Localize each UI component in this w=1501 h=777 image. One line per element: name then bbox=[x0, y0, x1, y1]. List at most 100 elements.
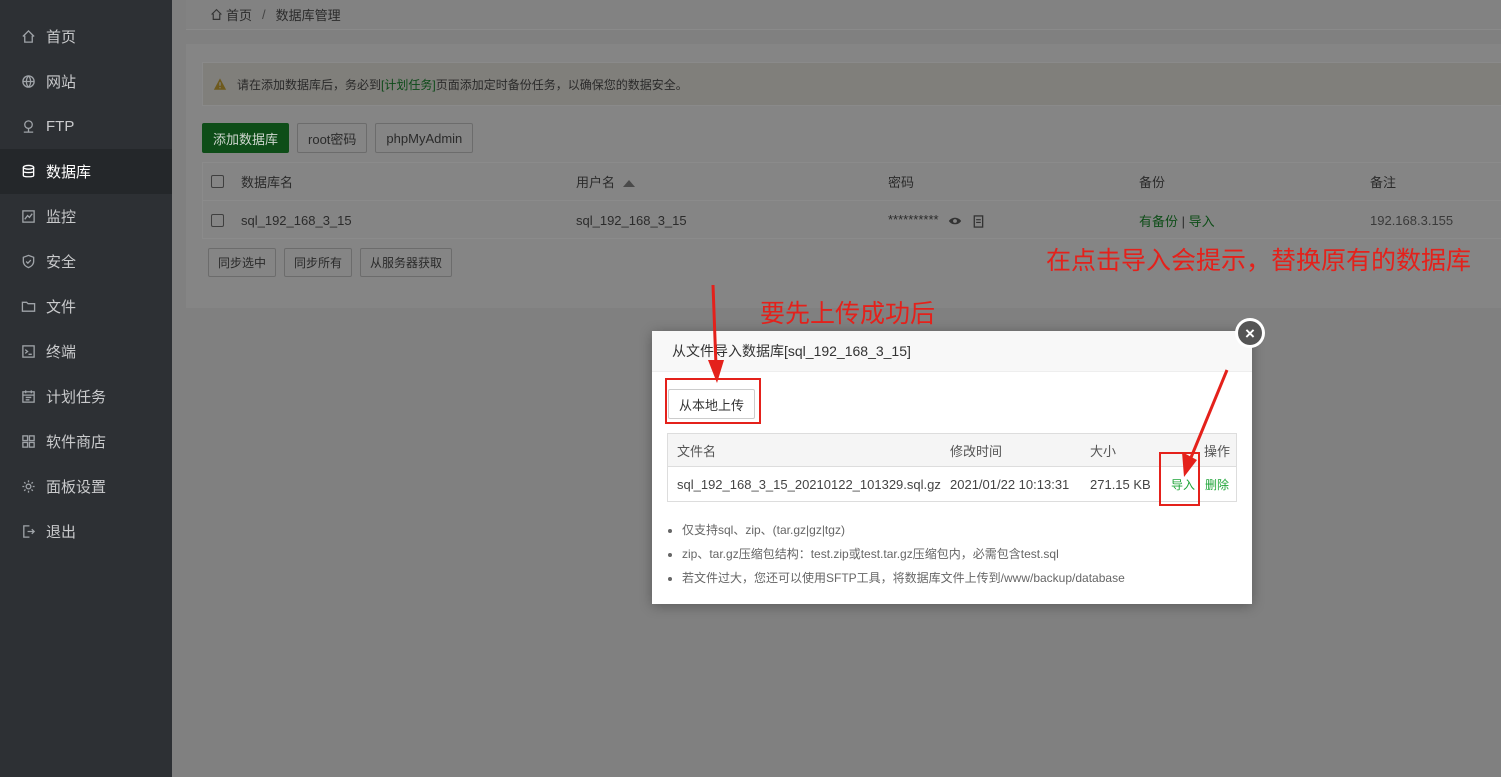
monitor-icon bbox=[20, 209, 36, 225]
db-note[interactable]: 192.168.3.155 bbox=[1370, 213, 1453, 228]
apps-icon bbox=[20, 434, 36, 450]
sidebar-item-label: 文件 bbox=[46, 299, 77, 316]
eye-icon[interactable] bbox=[948, 215, 962, 227]
sidebar-item-home[interactable]: 首页 bbox=[0, 14, 172, 59]
col-ops: 操作 bbox=[1204, 444, 1231, 459]
close-icon: × bbox=[1238, 321, 1262, 345]
breadcrumb-current: 数据库管理 bbox=[275, 8, 341, 23]
sidebar-item-label: 首页 bbox=[46, 29, 77, 46]
note-item: zip、tar.gz压缩包结构：test.zip或test.tar.gz压缩包内… bbox=[682, 545, 1125, 569]
file-delete-link[interactable]: 删除 bbox=[1205, 468, 1229, 501]
col-backup: 备份 bbox=[1139, 175, 1166, 190]
sidebar-item-label: 软件商店 bbox=[46, 434, 107, 451]
sidebar-item-label: 面板设置 bbox=[46, 479, 107, 496]
fetch-from-server-button[interactable]: 从服务器获取 bbox=[360, 248, 453, 277]
logout-icon bbox=[20, 524, 36, 540]
table-header: 数据库名 用户名 密码 备份 备注 bbox=[203, 163, 1501, 201]
folder-icon bbox=[20, 299, 36, 315]
password-mask: ********** bbox=[888, 212, 939, 228]
db-name: sql_192_168_3_15 bbox=[241, 212, 352, 228]
file-table-header: 文件名 修改时间 大小 操作 bbox=[668, 434, 1236, 467]
root-password-button[interactable]: root密码 bbox=[297, 123, 368, 153]
sidebar-item-logout[interactable]: 退出 bbox=[0, 509, 172, 554]
highlight-upload-box bbox=[665, 378, 761, 424]
phpmyadmin-button[interactable]: phpMyAdmin bbox=[375, 123, 474, 153]
col-size: 大小 bbox=[1090, 444, 1117, 459]
file-table: 文件名 修改时间 大小 操作 sql_192_168_3_15_20210122… bbox=[667, 433, 1237, 502]
sidebar-item-label: 监控 bbox=[46, 209, 77, 226]
sidebar-item-label: 退出 bbox=[46, 524, 77, 541]
sidebar-item-appstore[interactable]: 软件商店 bbox=[0, 419, 172, 464]
sync-all-button[interactable]: 同步所有 bbox=[284, 248, 353, 277]
annotation-import-hint: 在点击导入会提示，替换原有的数据库 bbox=[1046, 246, 1472, 275]
backup-alert: 请在添加数据库后，务必到 [计划任务] 页面添加定时备份任务，以确保您的数据安全… bbox=[202, 62, 1501, 106]
sort-asc-icon bbox=[623, 180, 636, 188]
db-user: sql_192_168_3_15 bbox=[576, 212, 687, 228]
sidebar-item-terminal[interactable]: 终端 bbox=[0, 329, 172, 374]
copy-icon[interactable] bbox=[972, 214, 984, 228]
breadcrumb-home[interactable]: 首页 bbox=[226, 5, 252, 24]
alert-text-before: 请在添加数据库后，务必到 bbox=[237, 77, 382, 92]
sync-selected-button[interactable]: 同步选中 bbox=[208, 248, 277, 277]
alert-text-after: 页面添加定时备份任务，以确保您的数据安全。 bbox=[435, 77, 688, 92]
db-backup: 有备份 | 导入 bbox=[1139, 211, 1215, 230]
sidebar-item-security[interactable]: 安全 bbox=[0, 239, 172, 284]
file-mtime: 2021/01/22 10:13:31 bbox=[950, 477, 1070, 492]
sidebar-item-label: 数据库 bbox=[46, 164, 92, 181]
table-row: sql_192_168_3_15 sql_192_168_3_15 ******… bbox=[203, 201, 1501, 239]
select-all-checkbox[interactable] bbox=[211, 175, 224, 188]
warning-icon bbox=[213, 78, 227, 90]
sidebar: 首页 网站 FTP 数据库 监控 安全 文件 终端 计划任务 软件商店 面板设置 bbox=[0, 0, 172, 777]
sidebar-item-label: 计划任务 bbox=[46, 389, 107, 406]
sidebar-item-monitor[interactable]: 监控 bbox=[0, 194, 172, 239]
gear-icon bbox=[20, 479, 36, 495]
sidebar-item-settings[interactable]: 面板设置 bbox=[0, 464, 172, 509]
backup-separator: | bbox=[1181, 213, 1186, 229]
sidebar-item-label: 终端 bbox=[46, 344, 77, 361]
database-table: 数据库名 用户名 密码 备份 备注 sql_192_168_3_15 sql_1… bbox=[202, 162, 1501, 239]
globe-icon bbox=[20, 74, 36, 90]
import-link[interactable]: 导入 bbox=[1189, 214, 1215, 229]
shield-icon bbox=[20, 254, 36, 270]
sidebar-item-label: 安全 bbox=[46, 254, 77, 271]
sidebar-item-label: 网站 bbox=[46, 74, 77, 91]
sidebar-item-database[interactable]: 数据库 bbox=[0, 149, 172, 194]
sync-buttons: 同步选中 同步所有 从服务器获取 bbox=[208, 248, 453, 277]
file-size: 271.15 KB bbox=[1090, 477, 1151, 492]
col-filename: 文件名 bbox=[677, 444, 717, 459]
col-username-label: 用户名 bbox=[576, 175, 616, 190]
home-icon bbox=[211, 8, 222, 20]
database-icon bbox=[20, 164, 36, 180]
annotation-upload-first: 要先上传成功后 bbox=[760, 299, 936, 328]
modal-close-button[interactable]: × bbox=[1235, 318, 1265, 348]
ftp-icon bbox=[20, 119, 36, 135]
db-password: ********** bbox=[888, 212, 984, 227]
cron-link[interactable]: [计划任务] bbox=[381, 76, 436, 93]
col-password: 密码 bbox=[888, 175, 915, 190]
home-icon bbox=[20, 29, 36, 45]
backup-link[interactable]: 有备份 bbox=[1139, 214, 1178, 229]
import-notes: 仅支持sql、zip、(tar.gz|gz|tgz) zip、tar.gz压缩包… bbox=[682, 521, 1125, 593]
sidebar-item-cron[interactable]: 计划任务 bbox=[0, 374, 172, 419]
sidebar-item-website[interactable]: 网站 bbox=[0, 59, 172, 104]
modal-title: 从文件导入数据库[sql_192_168_3_15] bbox=[652, 331, 1252, 372]
breadcrumb: 首页 / 数据库管理 bbox=[186, 0, 1501, 30]
row-checkbox[interactable] bbox=[211, 213, 224, 227]
sidebar-item-ftp[interactable]: FTP bbox=[0, 104, 172, 149]
file-row: sql_192_168_3_15_20210122_101329.sql.gz … bbox=[668, 468, 1236, 501]
col-note: 备注 bbox=[1370, 175, 1397, 190]
file-name: sql_192_168_3_15_20210122_101329.sql.gz bbox=[677, 477, 941, 492]
toolbar: 添加数据库 root密码 phpMyAdmin bbox=[202, 123, 474, 153]
col-username[interactable]: 用户名 bbox=[576, 172, 636, 191]
add-database-button[interactable]: 添加数据库 bbox=[202, 123, 290, 153]
highlight-import-box bbox=[1159, 452, 1200, 506]
note-item: 若文件过大，您还可以使用SFTP工具，将数据库文件上传到/www/backup/… bbox=[682, 569, 1125, 593]
sidebar-item-files[interactable]: 文件 bbox=[0, 284, 172, 329]
note-item: 仅支持sql、zip、(tar.gz|gz|tgz) bbox=[682, 521, 1125, 545]
col-dbname: 数据库名 bbox=[241, 175, 294, 190]
breadcrumb-separator: / bbox=[262, 7, 266, 22]
sidebar-item-label: FTP bbox=[46, 118, 75, 135]
col-mtime: 修改时间 bbox=[950, 444, 1003, 459]
calendar-icon bbox=[20, 389, 36, 405]
terminal-icon bbox=[20, 344, 36, 360]
